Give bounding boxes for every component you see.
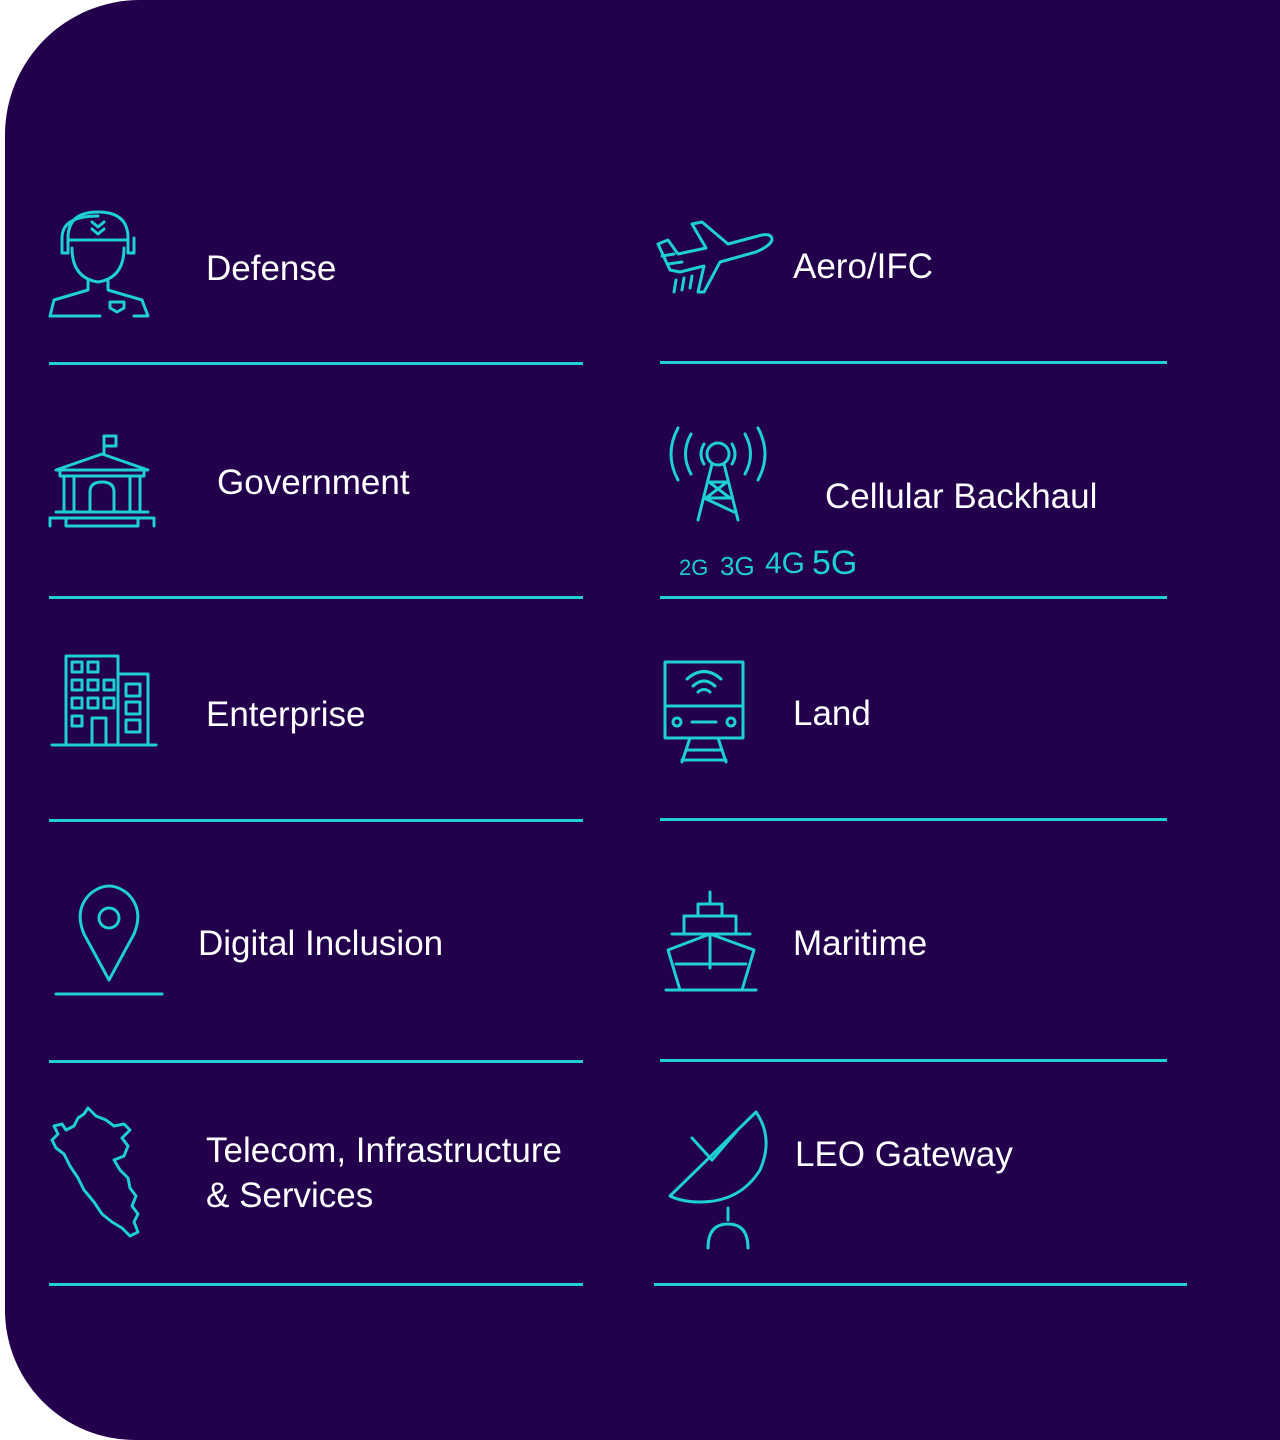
government-label: Government — [217, 463, 410, 502]
divider — [654, 1283, 1187, 1286]
defense-label: Defense — [206, 249, 337, 288]
soldier-icon — [48, 208, 152, 320]
generation-2g: 2G — [679, 555, 709, 580]
government-building-icon — [48, 432, 156, 528]
divider — [49, 1283, 583, 1286]
telecom-label-line2: & Services — [206, 1176, 374, 1215]
divider — [49, 1060, 583, 1063]
generation-3g: 3G — [720, 551, 755, 581]
divider — [660, 596, 1167, 599]
segments-panel — [5, 0, 1280, 1440]
aero-label: Aero/IFC — [793, 247, 934, 286]
leo-gateway-label: LEO Gateway — [795, 1135, 1013, 1174]
ship-icon — [664, 890, 758, 994]
generation-5g: 5G — [812, 544, 858, 582]
generation-4g: 4G — [765, 547, 806, 580]
divider — [660, 1059, 1167, 1062]
telecom-label-line1: Telecom, Infrastructure — [206, 1131, 562, 1170]
divider — [49, 819, 583, 822]
peru-map-icon — [48, 1104, 142, 1240]
divider — [49, 596, 583, 599]
land-label: Land — [793, 694, 871, 733]
cellular-label: Cellular Backhaul — [825, 477, 1098, 516]
maritime-label: Maritime — [793, 924, 928, 963]
cell-tower-icon — [664, 424, 772, 524]
airplane-icon — [652, 218, 776, 298]
divider — [660, 361, 1167, 364]
train-icon — [662, 658, 746, 764]
enterprise-label: Enterprise — [206, 695, 366, 734]
digital-inclusion-label: Digital Inclusion — [198, 924, 444, 963]
satellite-dish-icon — [666, 1108, 774, 1252]
divider — [49, 362, 583, 365]
office-buildings-icon — [50, 654, 158, 748]
divider — [660, 818, 1167, 821]
location-pin-icon — [54, 884, 164, 998]
